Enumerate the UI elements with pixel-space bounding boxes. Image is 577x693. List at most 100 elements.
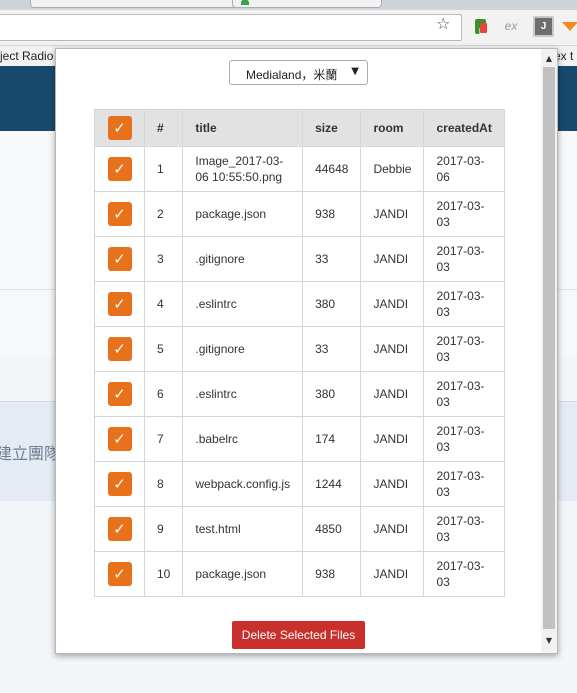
select-all-cell: ✓ <box>94 109 145 147</box>
row-checkbox[interactable]: ✓ <box>107 157 132 181</box>
file-size: 938 <box>302 551 362 597</box>
row-checkbox[interactable]: ✓ <box>107 337 132 361</box>
row-select-cell: ✓ <box>94 146 145 192</box>
table-row: ✓ 4 .eslintrc 380 JANDI 2017-03-03 <box>94 281 506 327</box>
file-size: 33 <box>302 326 362 372</box>
browser-tab[interactable] <box>30 0 240 8</box>
team-select[interactable]: Medialand，米蘭 ▼ <box>229 60 368 85</box>
jandi-extension-icon[interactable]: J <box>533 16 554 37</box>
table-row: ✓ 5 .gitignore 33 JANDI 2017-03-03 <box>94 326 506 372</box>
table-row: ✓ 6 .eslintrc 380 JANDI 2017-03-03 <box>94 371 506 417</box>
row-number: 6 <box>143 371 184 417</box>
file-title: package.json <box>182 191 304 237</box>
address-bar[interactable] <box>0 14 462 41</box>
column-header-room: room <box>360 109 425 147</box>
scroll-down-arrow-icon[interactable]: ▼ <box>541 633 557 649</box>
scrollbar-thumb[interactable] <box>543 67 555 629</box>
row-select-cell: ✓ <box>94 281 145 327</box>
file-size: 174 <box>302 416 362 462</box>
select-all-checkbox[interactable]: ✓ <box>107 116 132 140</box>
file-created-at: 2017-03-03 <box>423 551 506 597</box>
column-header-number: # <box>143 109 184 147</box>
row-number: 7 <box>143 416 184 462</box>
file-title: .eslintrc <box>182 371 304 417</box>
team-select-value: Medialand，米蘭 <box>246 68 338 82</box>
file-title: .gitignore <box>182 236 304 282</box>
create-team-text[interactable]: 建立團隊 <box>0 440 60 464</box>
row-number: 10 <box>143 551 184 597</box>
row-checkbox[interactable]: ✓ <box>107 247 132 271</box>
file-room: JANDI <box>360 281 425 327</box>
column-header-title: title <box>182 109 304 147</box>
file-title: .gitignore <box>182 326 304 372</box>
row-number: 2 <box>143 191 184 237</box>
row-checkbox[interactable]: ✓ <box>107 472 132 496</box>
file-title: webpack.config.js <box>182 461 304 507</box>
file-created-at: 2017-03-03 <box>423 326 506 372</box>
file-created-at: 2017-03-03 <box>423 461 506 507</box>
file-room: JANDI <box>360 551 425 597</box>
evernote-web-clipper-icon[interactable] <box>472 18 489 35</box>
column-header-size: size <box>302 109 362 147</box>
table-header-row: ✓ # title size room createdAt <box>94 109 506 147</box>
file-title: Image_2017-03-06 10:55:50.png <box>182 146 304 192</box>
file-title: package.json <box>182 551 304 597</box>
row-select-cell: ✓ <box>94 551 145 597</box>
row-checkbox[interactable]: ✓ <box>107 382 132 406</box>
column-header-created-at: createdAt <box>423 109 506 147</box>
table-row: ✓ 7 .babelrc 174 JANDI 2017-03-03 <box>94 416 506 462</box>
file-room: JANDI <box>360 191 425 237</box>
row-checkbox[interactable]: ✓ <box>107 202 132 226</box>
file-room: JANDI <box>360 416 425 462</box>
file-title: test.html <box>182 506 304 552</box>
popup-scrollbar[interactable]: ▲ ▼ <box>541 49 557 653</box>
browser-tab[interactable] <box>232 0 382 8</box>
file-title: .eslintrc <box>182 281 304 327</box>
file-room: JANDI <box>360 371 425 417</box>
tab-strip <box>0 0 577 10</box>
row-checkbox[interactable]: ✓ <box>107 517 132 541</box>
row-number: 9 <box>143 506 184 552</box>
row-select-cell: ✓ <box>94 326 145 372</box>
file-size: 1244 <box>302 461 362 507</box>
bookmark-item[interactable]: ject Radio <box>0 49 53 63</box>
row-checkbox[interactable]: ✓ <box>107 562 132 586</box>
file-size: 4850 <box>302 506 362 552</box>
file-created-at: 2017-03-03 <box>423 506 506 552</box>
table-row: ✓ 8 webpack.config.js 1244 JANDI 2017-03… <box>94 461 506 507</box>
row-select-cell: ✓ <box>94 371 145 417</box>
table-row: ✓ 2 package.json 938 JANDI 2017-03-03 <box>94 191 506 237</box>
ex-extension-icon[interactable]: ex <box>501 18 521 35</box>
file-created-at: 2017-03-03 <box>423 236 506 282</box>
files-table: ✓ # title size room createdAt ✓ 1 Image_… <box>94 109 506 597</box>
file-room: JANDI <box>360 461 425 507</box>
row-checkbox[interactable]: ✓ <box>107 292 132 316</box>
file-created-at: 2017-03-03 <box>423 191 506 237</box>
file-size: 938 <box>302 191 362 237</box>
row-number: 3 <box>143 236 184 282</box>
row-number: 8 <box>143 461 184 507</box>
file-created-at: 2017-03-03 <box>423 371 506 417</box>
file-size: 44648 <box>302 146 362 192</box>
file-created-at: 2017-03-03 <box>423 416 506 462</box>
scroll-up-arrow-icon[interactable]: ▲ <box>541 51 557 67</box>
row-select-cell: ✓ <box>94 191 145 237</box>
bookmark-star-icon[interactable]: ☆ <box>436 16 450 32</box>
table-row: ✓ 9 test.html 4850 JANDI 2017-03-03 <box>94 506 506 552</box>
file-created-at: 2017-03-03 <box>423 281 506 327</box>
row-select-cell: ✓ <box>94 236 145 282</box>
row-select-cell: ✓ <box>94 461 145 507</box>
file-room: JANDI <box>360 236 425 282</box>
orange-extension-icon[interactable] <box>562 22 577 31</box>
delete-selected-files-button[interactable]: Delete Selected Files <box>232 621 365 649</box>
table-row: ✓ 1 Image_2017-03-06 10:55:50.png 44648 … <box>94 146 506 192</box>
row-checkbox[interactable]: ✓ <box>107 427 132 451</box>
tab-favicon-icon <box>241 0 249 5</box>
row-number: 4 <box>143 281 184 327</box>
browser-toolbar: ☆ ex J <box>0 10 577 46</box>
file-created-at: 2017-03-06 <box>423 146 506 192</box>
file-title: .babelrc <box>182 416 304 462</box>
table-row: ✓ 10 package.json 938 JANDI 2017-03-03 <box>94 551 506 597</box>
dropdown-caret-icon: ▼ <box>351 66 359 77</box>
row-select-cell: ✓ <box>94 416 145 462</box>
